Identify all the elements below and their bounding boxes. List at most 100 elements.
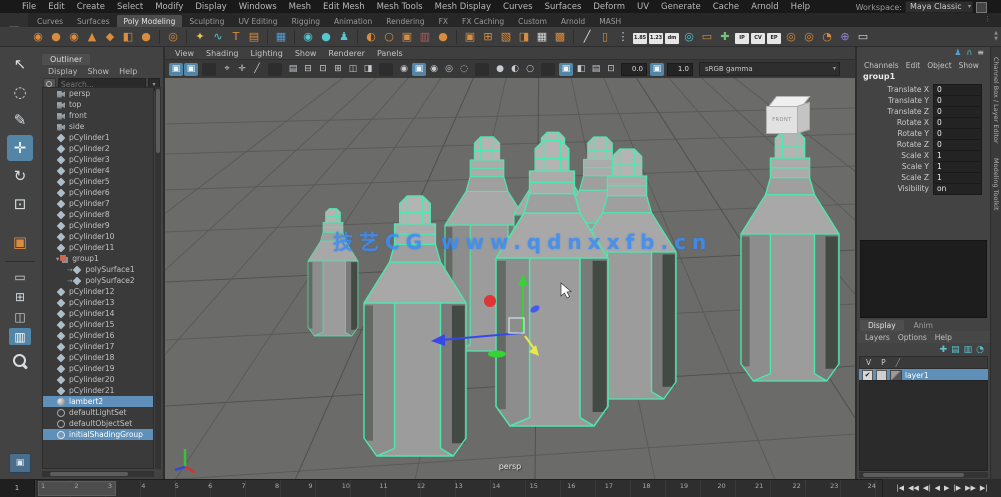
channel-row[interactable]: Scale Z 1 [857,172,990,183]
shelf-button[interactable] [294,30,295,44]
channel-box-menu-item[interactable]: Object [924,61,954,70]
layer-editor-tab[interactable]: Anim [906,320,941,331]
crease-badge-icon[interactable]: 1.85 [633,33,647,44]
menu-item[interactable]: Edit Mesh [317,1,371,13]
time-slider[interactable]: 123456789101112131415161718192021222324 [35,479,882,497]
panel-toolbar-button[interactable]: ▣ [184,63,198,76]
workspace-settings-icon[interactable] [976,2,987,13]
channel-row[interactable]: Visibility on [857,183,990,194]
right-panel-tab[interactable]: Channel Box / Layer Editor [992,57,1000,144]
outliner-item[interactable]: pCylinder1 [43,132,153,143]
menu-item[interactable]: File [16,1,42,13]
quad-draw-icon[interactable]: ▦ [534,28,550,45]
outliner-item[interactable]: pCylinder7 [43,198,153,209]
shelf-scroll-arrows[interactable]: ▲▼ [994,31,1001,42]
shelf-tab[interactable]: FX [432,15,455,27]
shelf-button[interactable] [357,30,358,44]
lasso-tool-icon[interactable]: ◌ [7,79,33,105]
move-layer-up-icon[interactable]: ▥ [964,345,973,355]
separate-icon[interactable]: ○ [381,28,397,45]
outliner-item[interactable]: pCylinder10 [43,231,153,242]
panel-menu-item[interactable]: Lighting [244,49,288,58]
append-polygon-icon[interactable]: ✚ [717,28,733,45]
outliner-horizontal-scrollbar[interactable] [42,471,154,477]
outliner-item[interactable]: pCylinder18 [43,352,153,363]
panel-toolbar-button[interactable]: ▤ [589,63,603,76]
channel-box-menu-item[interactable]: Edit [903,61,924,70]
poly-plane-icon[interactable]: ◆ [102,28,118,45]
channel-row[interactable]: Translate X 0 [857,84,990,95]
poly-torus-icon[interactable]: ◧ [120,28,136,45]
layer-color-swatch[interactable] [890,370,902,381]
outliner-item[interactable]: front [43,110,153,121]
outliner-item[interactable]: side [43,121,153,132]
exposure-field[interactable]: 0.0 [621,63,647,76]
cv-badge-icon[interactable]: CV [751,33,765,44]
wedge-icon[interactable]: ◔ [819,28,835,45]
outliner-item[interactable]: pCylinder11 [43,242,153,253]
outliner-item[interactable]: defaultObjectSet [43,418,153,429]
merge-icon[interactable]: ▭ [699,28,715,45]
panel-toolbar-button[interactable]: ◉ [427,63,441,76]
poly-sphere-icon[interactable]: ◉ [30,28,46,45]
type-tool-icon[interactable]: T [228,28,244,45]
rotate-tool-icon[interactable]: ↻ [7,163,33,189]
menu-item[interactable]: Surfaces [539,1,588,13]
shelf-tab[interactable]: Arnold [554,15,592,27]
panel-toolbar-button[interactable] [541,63,555,76]
panel-toolbar-button[interactable]: ◫ [346,63,360,76]
go-to-start-button[interactable]: |◀ [895,481,905,495]
character-icon[interactable]: ♟ [336,28,352,45]
layer-menu-item[interactable]: Help [931,333,956,342]
panel-toolbar-button[interactable] [268,63,282,76]
menu-item[interactable]: Cache [707,1,745,13]
outliner-item[interactable]: top [43,99,153,110]
channel-box-menu-item[interactable]: Show [956,61,982,70]
create-empty-layer-icon[interactable]: ✚ [940,345,948,355]
selected-object-name[interactable]: group1 [857,71,990,83]
panel-toolbar-button[interactable]: ✛ [235,63,249,76]
menu-item[interactable]: Help [785,1,816,13]
outliner-item[interactable]: lambert2 [43,396,153,407]
edge-flow-icon[interactable]: ⋮ [615,28,631,45]
panel-toolbar-button[interactable]: ◐ [508,63,522,76]
shelf-tab[interactable]: FX Caching [455,15,511,27]
workspace-dropdown[interactable]: Maya Classic [905,1,973,13]
shelf-button[interactable] [159,30,160,44]
step-forward-frame-button[interactable]: ▶▶ [964,481,977,495]
panel-toolbar-button[interactable]: ⊡ [316,63,330,76]
outliner-item[interactable]: pCylinder16 [43,330,153,341]
shelf-tab[interactable]: Rigging [285,15,327,27]
layer-editor-tab[interactable]: Display [860,320,904,331]
panel-menu-item[interactable]: Shading [200,49,245,58]
paint-select-tool-icon[interactable]: ✎ [7,107,33,133]
retopo-icon[interactable]: ● [318,28,334,45]
combine-icon[interactable]: ◐ [363,28,379,45]
channel-row[interactable]: Translate Z 0 [857,106,990,117]
circularize-icon[interactable]: ◎ [783,28,799,45]
panel-toolbar-button[interactable]: ⌖ [220,63,234,76]
shelf-button[interactable] [573,30,574,44]
poly-cone-icon[interactable]: ▲ [84,28,100,45]
shelf-tab[interactable]: UV Editing [231,15,284,27]
poly-cube-icon[interactable]: ● [48,28,64,45]
right-panel-tab[interactable]: Modeling Toolkit [992,158,1000,210]
menu-item[interactable]: Edit [42,1,70,13]
outliner-item[interactable]: → polySurface2 [43,275,153,286]
channel-value-field[interactable]: on [933,183,982,195]
shelf-tab[interactable]: Curves [30,15,70,27]
outliner-item[interactable]: persp [43,88,153,99]
outliner-item[interactable]: pCylinder4 [43,165,153,176]
scale-tool-icon[interactable]: ⊡ [7,191,33,217]
outliner-item[interactable]: pCylinder2 [43,143,153,154]
panel-toolbar-button[interactable]: ⊟ [301,63,315,76]
shelf-button[interactable] [186,30,187,44]
outliner-menu-item[interactable]: Display [44,67,82,76]
shelf-tab[interactable]: Sculpting [182,15,231,27]
measure-badge-icon[interactable]: dm [665,33,679,44]
menu-item[interactable]: Create [71,1,111,13]
panel-toolbar-button[interactable]: ◉ [397,63,411,76]
panel-menu-item[interactable]: Show [289,49,323,58]
svg-tool-icon[interactable]: ▤ [246,28,262,45]
panel-toolbar-button[interactable]: ╱ [250,63,264,76]
